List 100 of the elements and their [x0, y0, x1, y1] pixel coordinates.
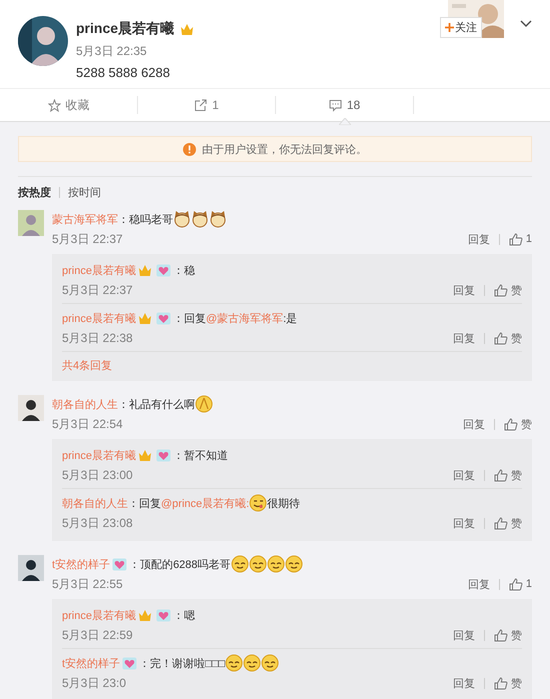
- reply-link[interactable]: 回复: [468, 232, 490, 246]
- heart-badge-icon: [156, 264, 171, 276]
- comment-time: 5月3日 22:37: [52, 230, 123, 248]
- heart-badge-icon: [122, 656, 138, 670]
- reply-link[interactable]: 回复: [468, 576, 490, 592]
- thumbs-up-icon: [494, 284, 508, 296]
- cat-emoji-icon: [191, 210, 209, 228]
- smiley-emoji-icon: [243, 654, 261, 672]
- sort-tab[interactable]: 按热度: [18, 185, 51, 200]
- reply-link[interactable]: 回复: [453, 468, 475, 482]
- post-text: 5288 5888 6288: [76, 65, 171, 80]
- comment-time: 5月3日 22:55: [52, 576, 123, 592]
- star-icon: [48, 98, 60, 112]
- reply-link[interactable]: 回复: [453, 516, 475, 530]
- post-time: 5月3日 22:35: [76, 43, 148, 60]
- commenter-name[interactable]: 朝各自的人生: [52, 396, 118, 412]
- follow-button[interactable]: 关注: [440, 17, 482, 38]
- avatar[interactable]: [18, 555, 44, 581]
- like-button[interactable]: 1: [508, 232, 532, 246]
- thumbs-up-icon: [508, 232, 523, 246]
- comment-text: ：完！谢谢啦□□□: [139, 656, 225, 670]
- thumbs-up-icon: [494, 676, 508, 690]
- comment-icon: [328, 98, 342, 112]
- comment-time: 5月3日 22:37: [62, 282, 133, 298]
- heart-badge-icon: [156, 448, 171, 462]
- comment-time: 5月3日 23:0: [62, 674, 126, 692]
- crown-badge-icon: [138, 312, 152, 324]
- comment-text: ：回复: [128, 496, 161, 510]
- smiley-emoji-icon: [284, 555, 303, 573]
- comment-text: ：嗯: [172, 608, 195, 622]
- cat-emoji-icon: [173, 210, 191, 228]
- more-replies-link[interactable]: 共4条回复: [62, 352, 522, 377]
- thumbs-up-icon: [494, 628, 508, 642]
- comment-text: 很期待: [267, 496, 300, 510]
- comment-time: 5月3日 23:08: [62, 514, 133, 532]
- avatar[interactable]: [18, 16, 68, 66]
- mention-link[interactable]: @prince晨若有曦:: [161, 496, 250, 510]
- reply-link[interactable]: 回复: [453, 676, 475, 690]
- smiley-emoji-icon: [225, 654, 243, 672]
- author-name[interactable]: prince晨若有曦: [76, 20, 174, 38]
- notice-text: 由于用户设置，你无法回复评论。: [202, 142, 367, 156]
- thumbs-up-icon: [494, 332, 508, 344]
- like-button[interactable]: 1: [508, 578, 532, 590]
- thumbs-up-icon: [494, 516, 508, 530]
- like-button[interactable]: 赞: [494, 516, 522, 530]
- avatar[interactable]: [18, 395, 44, 421]
- action-tab[interactable]: 1: [138, 96, 276, 114]
- reply-link[interactable]: 回复: [463, 416, 485, 432]
- share-icon: [194, 98, 208, 112]
- smiley-emoji-icon: [261, 654, 279, 672]
- crown-badge-icon: [138, 608, 152, 622]
- commenter-name[interactable]: 朝各自的人生: [62, 496, 128, 510]
- commenter-name[interactable]: prince晨若有曦: [62, 262, 136, 278]
- action-tab[interactable]: 18: [276, 96, 414, 114]
- warning-icon: [183, 142, 196, 156]
- comment-text: ：顶配的6288吗老哥: [129, 558, 231, 572]
- comment-text: ：礼品有什么啊: [118, 398, 195, 412]
- heart-badge-icon: [156, 608, 171, 622]
- commenter-name[interactable]: 蒙古海军将军: [52, 212, 118, 226]
- like-button[interactable]: 赞: [494, 676, 522, 690]
- reply-link[interactable]: 回复: [453, 282, 475, 298]
- commenter-name[interactable]: t安然的样子: [52, 556, 110, 572]
- thumbs-up-icon: [504, 418, 518, 430]
- thumbs-up-icon: [494, 468, 508, 482]
- comment-text: ：稳: [172, 264, 195, 278]
- crown-badge-icon: [138, 448, 152, 462]
- reply-link[interactable]: 回复: [453, 628, 475, 642]
- comment-text: :是: [283, 312, 298, 326]
- comment-text: ：暂不知道: [172, 448, 228, 462]
- cat-emoji-icon: [209, 210, 227, 228]
- commenter-name[interactable]: t安然的样子: [62, 656, 120, 670]
- comment-time: 5月3日 22:59: [62, 626, 133, 644]
- commenter-name[interactable]: prince晨若有曦: [62, 608, 136, 622]
- comment-time: 5月3日 22:54: [52, 416, 123, 432]
- comment-text: ：稳吗老哥: [118, 212, 173, 226]
- like-button[interactable]: 赞: [494, 282, 522, 298]
- smiley-emoji-icon: [249, 494, 268, 512]
- smiley-emoji-icon: [266, 555, 285, 573]
- plus-icon: [445, 23, 454, 32]
- chevron-down-icon[interactable]: [520, 20, 532, 28]
- comment-time: 5月3日 22:38: [62, 330, 133, 346]
- reply-link[interactable]: 回复: [453, 330, 475, 346]
- smiley-emoji-icon: [248, 555, 267, 573]
- like-button[interactable]: 赞: [504, 416, 532, 432]
- crown-badge-icon: [138, 264, 152, 276]
- thumbs-up-icon: [508, 578, 523, 590]
- like-button[interactable]: 赞: [494, 468, 522, 482]
- like-button[interactable]: 赞: [494, 330, 522, 346]
- heart-badge-icon: [112, 558, 128, 570]
- heart-badge-icon: [156, 312, 171, 324]
- mention-link[interactable]: @蒙古海军将军: [206, 310, 284, 326]
- commenter-name[interactable]: prince晨若有曦: [62, 310, 136, 326]
- sort-tab[interactable]: 按时间: [68, 185, 101, 200]
- praying-hands-emoji-icon: [195, 395, 213, 413]
- action-tab[interactable]: 收藏: [0, 96, 138, 114]
- comment-time: 5月3日 23:00: [62, 466, 133, 484]
- commenter-name[interactable]: prince晨若有曦: [62, 448, 136, 462]
- like-button[interactable]: 赞: [494, 628, 522, 642]
- smiley-emoji-icon: [230, 555, 249, 573]
- comment-text: ：回复: [172, 312, 206, 326]
